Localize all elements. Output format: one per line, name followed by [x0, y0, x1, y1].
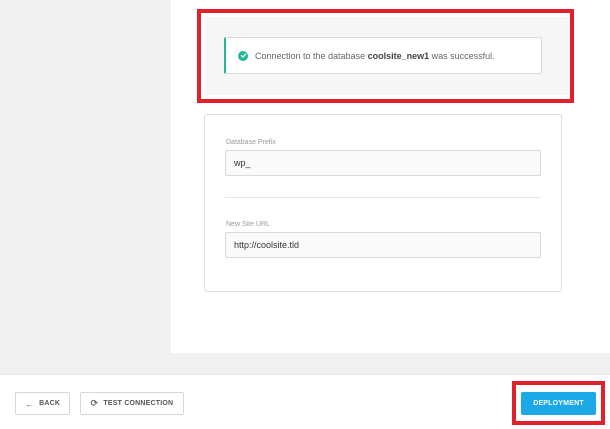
success-message: Connection to the database coolsite_new1…	[255, 51, 495, 61]
deployment-button[interactable]: DEPLOYMENT	[521, 392, 596, 415]
success-alert: Connection to the database coolsite_new1…	[224, 37, 542, 74]
form-divider	[225, 197, 541, 198]
test-connection-button[interactable]: ⟳ TEST CONNECTION	[80, 392, 184, 415]
new-site-url-input[interactable]: http://coolsite.tld	[225, 232, 541, 258]
success-message-suffix: was successful.	[429, 50, 495, 61]
new-site-url-label: New Site URL	[226, 221, 270, 228]
back-button-label: BACK	[39, 400, 61, 407]
arrow-left-icon: ←	[24, 398, 35, 409]
test-connection-label: TEST CONNECTION	[103, 400, 174, 407]
back-button[interactable]: ← BACK	[15, 392, 70, 415]
database-prefix-input[interactable]: wp_	[225, 150, 541, 176]
refresh-icon: ⟳	[90, 398, 99, 408]
success-message-prefix: Connection to the database	[255, 50, 368, 61]
database-name: coolsite_new1	[367, 50, 430, 61]
database-prefix-label: Database Prefix	[226, 139, 276, 146]
check-circle-icon	[238, 50, 248, 61]
